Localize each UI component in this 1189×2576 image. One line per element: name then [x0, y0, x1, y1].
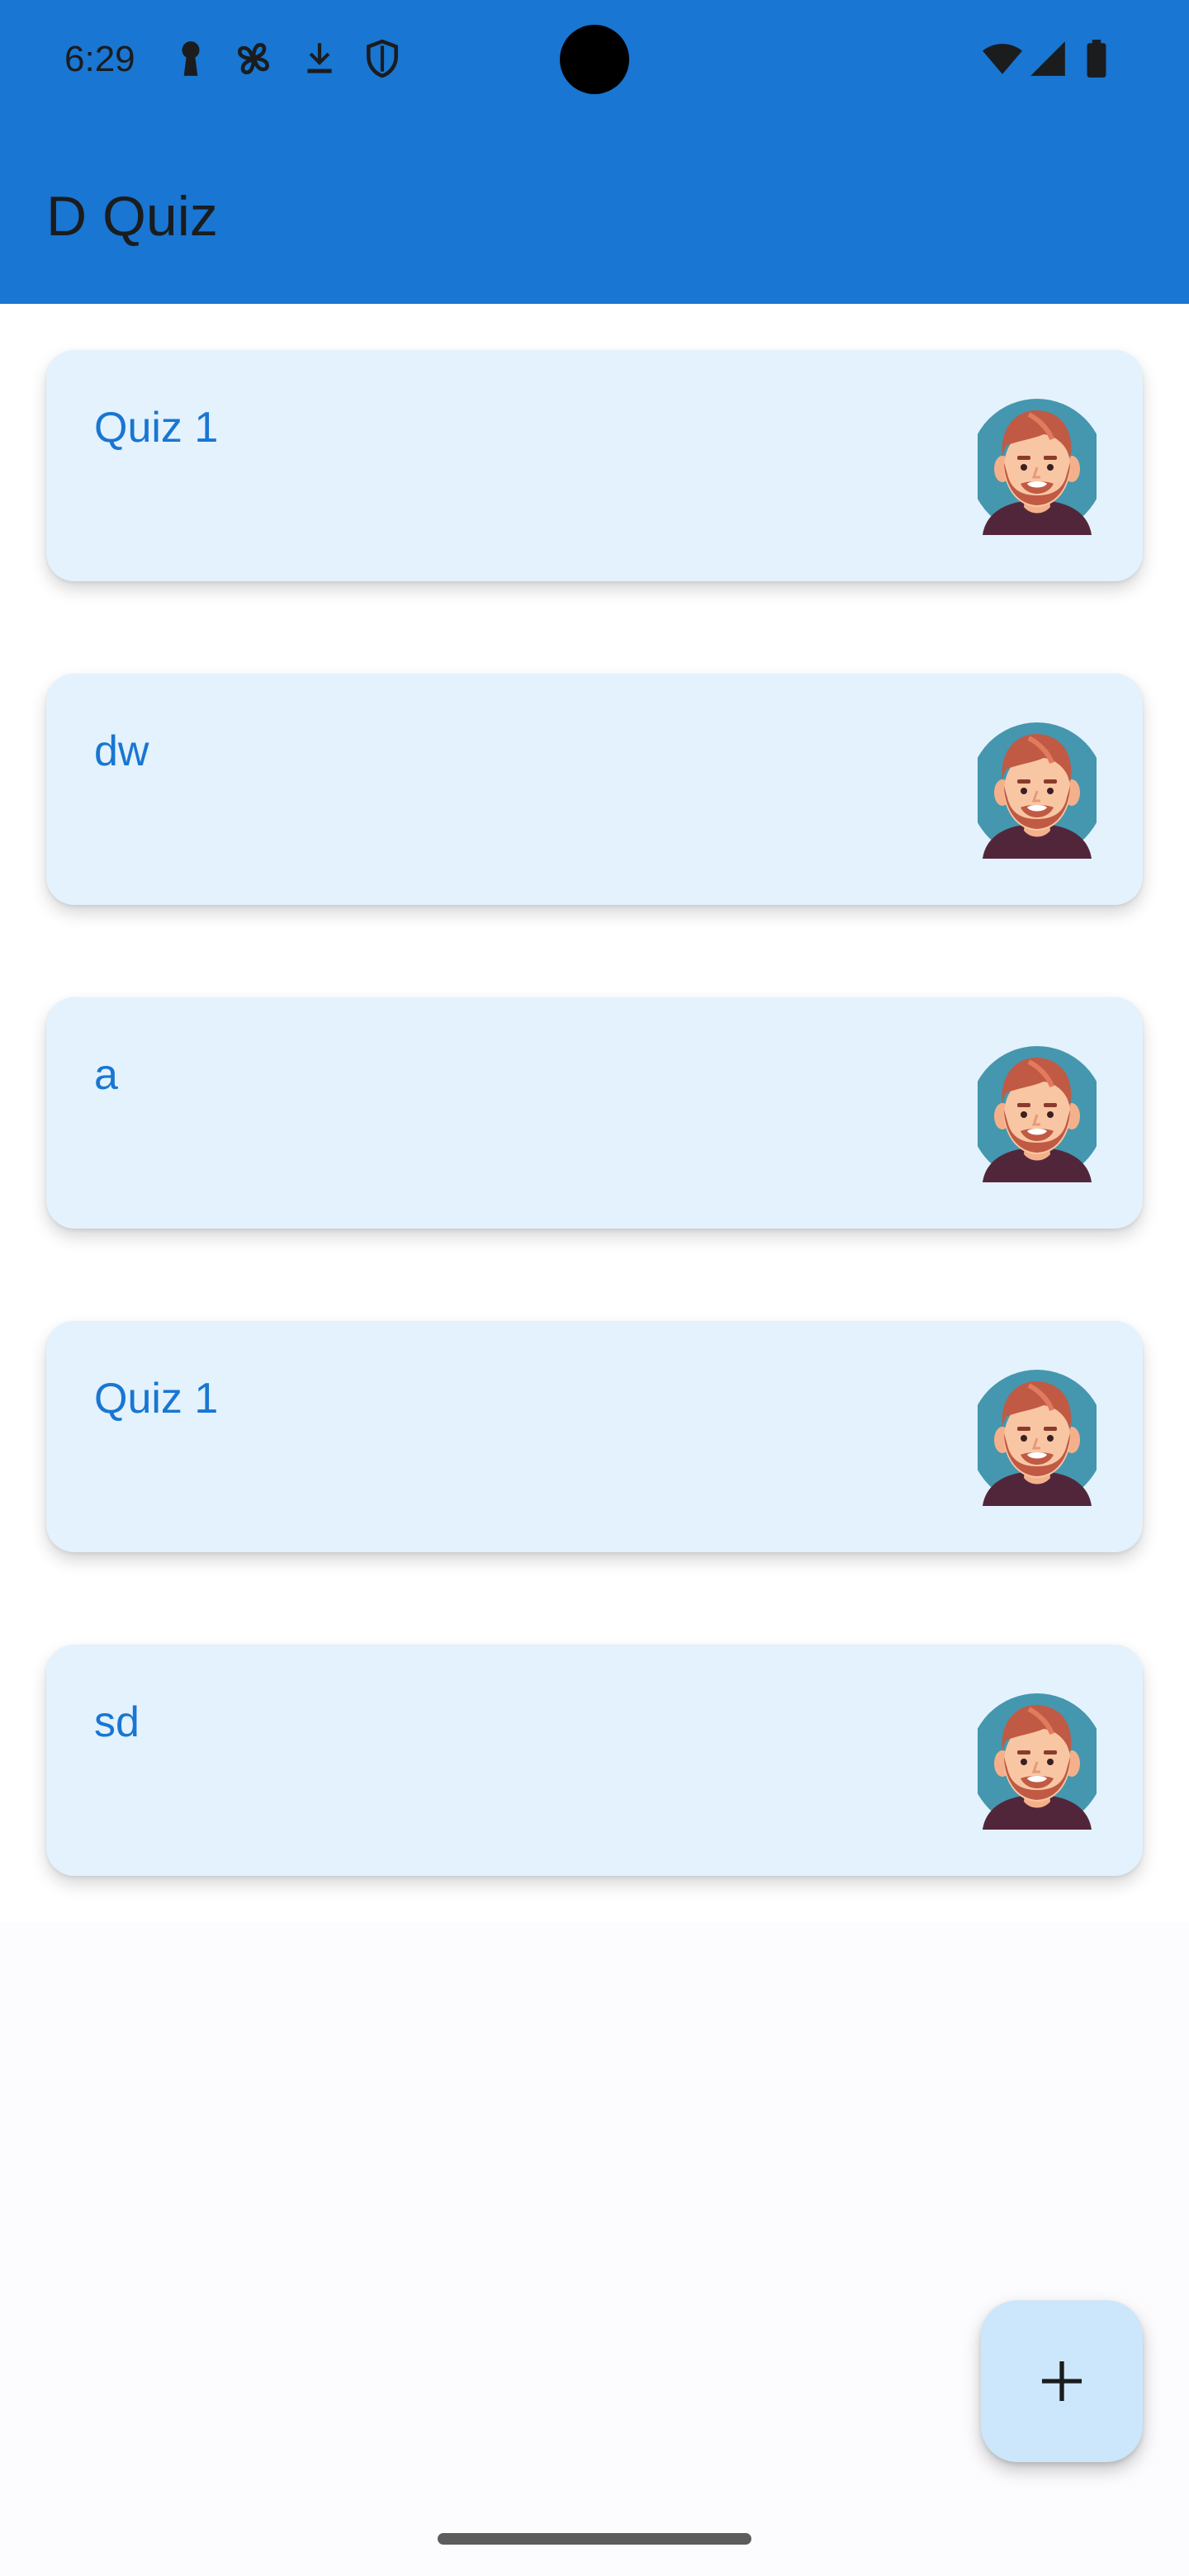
shield-icon: [362, 38, 403, 79]
status-bar: 6:29: [0, 0, 1189, 119]
home-indicator[interactable]: [438, 2533, 751, 2545]
wifi-icon: [979, 38, 1026, 79]
quiz-title: Quiz 1: [94, 404, 219, 452]
app-title: D Quiz: [46, 185, 218, 248]
avatar-bearded-man-icon: [978, 1369, 1097, 1506]
keyhole-icon: [170, 38, 211, 79]
quiz-card[interactable]: dw: [46, 674, 1143, 905]
quiz-title: Quiz 1: [94, 1375, 219, 1423]
quiz-card[interactable]: sd: [46, 1645, 1143, 1876]
signal-icon: [1027, 38, 1068, 79]
quiz-card[interactable]: Quiz 1: [46, 1321, 1143, 1552]
avatar-bearded-man-icon: [978, 1045, 1097, 1182]
fan-icon: [233, 38, 274, 79]
quiz-title: dw: [94, 727, 149, 775]
quiz-title: sd: [94, 1698, 140, 1746]
avatar-bearded-man-icon: [978, 398, 1097, 535]
status-time: 6:29: [64, 39, 135, 79]
camera-cutout: [560, 25, 629, 94]
quiz-title: a: [94, 1051, 118, 1099]
quiz-card[interactable]: a: [46, 997, 1143, 1229]
app-bar: 6:29 D Quiz: [0, 0, 1189, 304]
download-icon: [299, 38, 340, 79]
add-quiz-button[interactable]: [981, 2300, 1143, 2462]
battery-icon: [1082, 38, 1111, 79]
quiz-card[interactable]: Quiz 1: [46, 350, 1143, 581]
avatar-bearded-man-icon: [978, 1693, 1097, 1830]
plus-icon: [1035, 2355, 1088, 2408]
avatar-bearded-man-icon: [978, 722, 1097, 859]
